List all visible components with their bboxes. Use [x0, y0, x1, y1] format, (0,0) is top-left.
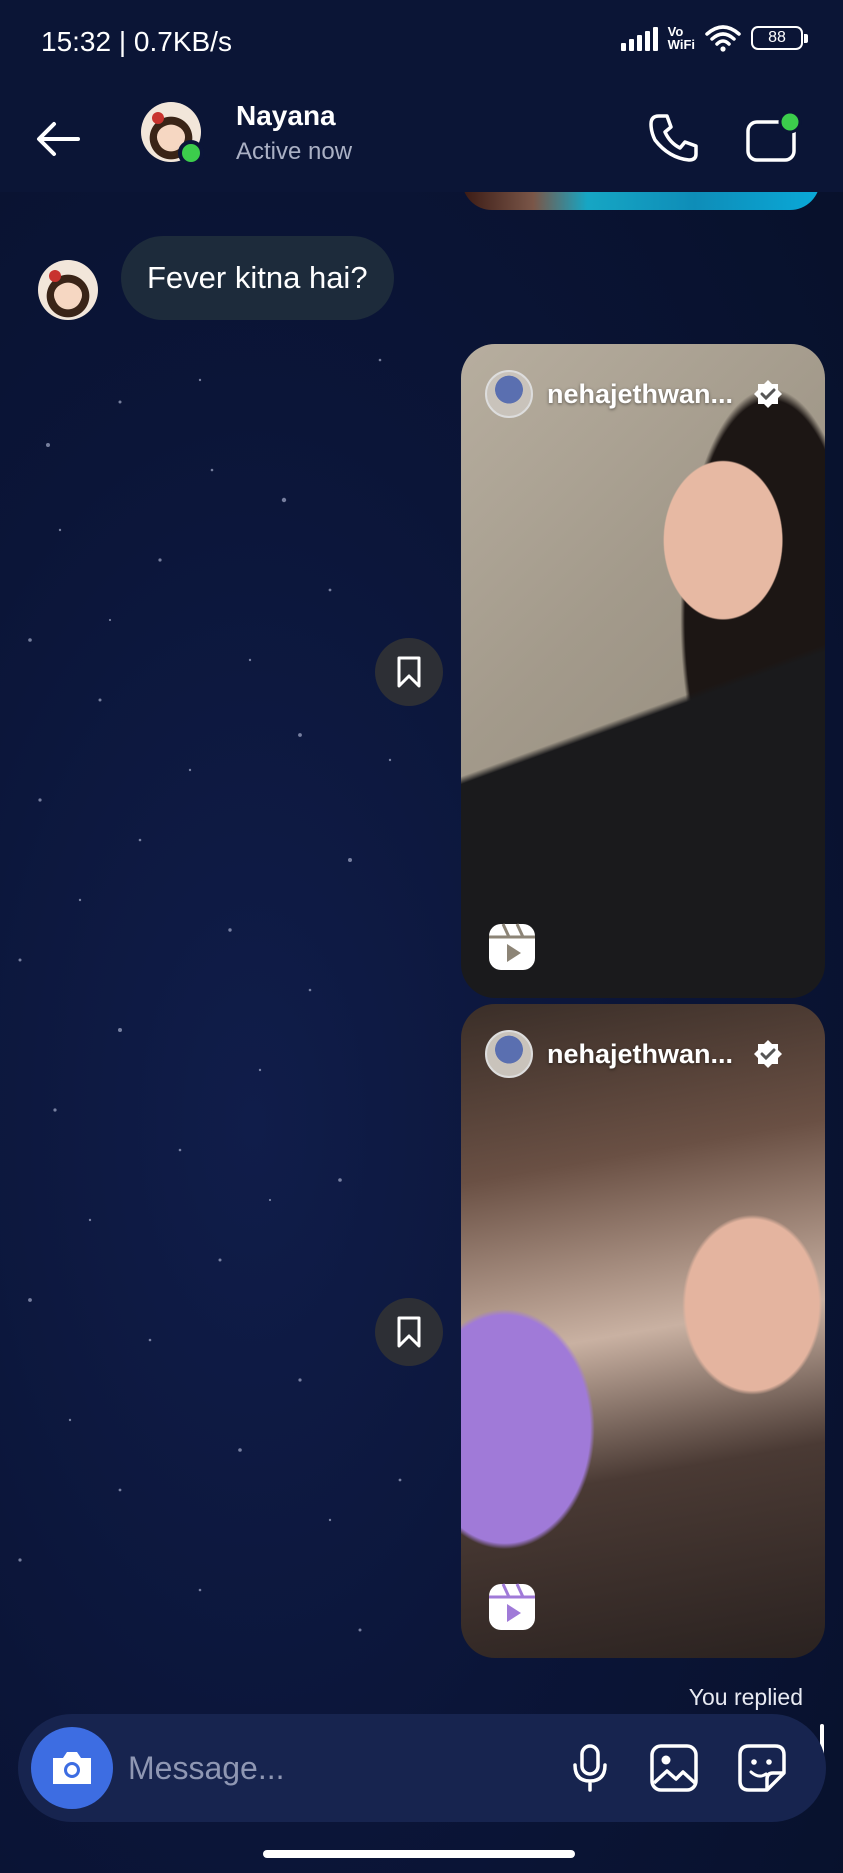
camera-icon: [53, 1752, 91, 1784]
video-call-icon[interactable]: [744, 110, 804, 166]
phone-call-icon[interactable]: [645, 110, 701, 166]
reel-author[interactable]: nehajethwan...: [485, 1030, 783, 1078]
sender-avatar[interactable]: [38, 260, 98, 320]
sticker-icon: [738, 1744, 786, 1792]
voice-message-button[interactable]: [562, 1740, 618, 1796]
reel-author-avatar: [485, 1030, 533, 1078]
bookmark-icon: [397, 1316, 421, 1348]
save-bookmark-button[interactable]: [375, 638, 443, 706]
reels-icon: [489, 923, 535, 970]
status-bar: 15:32 | 0.7KB/s Vo WiFi 88: [0, 0, 843, 90]
reel-author-username: nehajethwan...: [547, 378, 734, 409]
reel-author-avatar: [485, 370, 533, 418]
online-status-dot: [178, 140, 204, 166]
verified-badge-icon: [754, 380, 783, 408]
sticker-button[interactable]: [734, 1740, 790, 1796]
message-composer: [18, 1714, 826, 1822]
chat-header: Nayana Active now: [0, 92, 843, 192]
vowifi-bottom-label: WiFi: [667, 37, 695, 52]
reels-icon: [489, 1583, 535, 1630]
verified-badge-icon: [754, 1040, 783, 1068]
battery-indicator: 88: [751, 26, 808, 50]
reel-author-username: nehajethwan...: [547, 1038, 734, 1069]
camera-button[interactable]: [31, 1727, 113, 1809]
microphone-icon: [573, 1744, 607, 1792]
message-input[interactable]: [128, 1738, 458, 1798]
shared-reel-card[interactable]: nehajethwan...: [461, 1004, 825, 1658]
status-icons: Vo WiFi 88: [620, 24, 808, 52]
bookmark-icon: [397, 656, 421, 688]
wifi-icon: [705, 25, 741, 52]
battery-level: 88: [768, 29, 786, 46]
shared-reel-card[interactable]: nehajethwan...: [461, 344, 825, 998]
status-time-speed: 15:32 | 0.7KB/s: [41, 26, 232, 57]
contact-active-status: Active now: [236, 138, 353, 165]
gallery-button[interactable]: [646, 1740, 702, 1796]
incoming-message-bubble[interactable]: Fever kitna hai?: [121, 236, 394, 320]
save-bookmark-button[interactable]: [375, 1298, 443, 1366]
signal-icon: [620, 25, 658, 51]
home-indicator[interactable]: [263, 1850, 575, 1858]
gallery-icon: [650, 1744, 698, 1792]
reel-author[interactable]: nehajethwan...: [485, 370, 783, 418]
you-replied-label: You replied: [688, 1684, 803, 1710]
vowifi-icon: Vo WiFi: [668, 25, 695, 51]
contact-name[interactable]: Nayana: [236, 100, 336, 132]
back-arrow-icon[interactable]: [32, 112, 86, 166]
